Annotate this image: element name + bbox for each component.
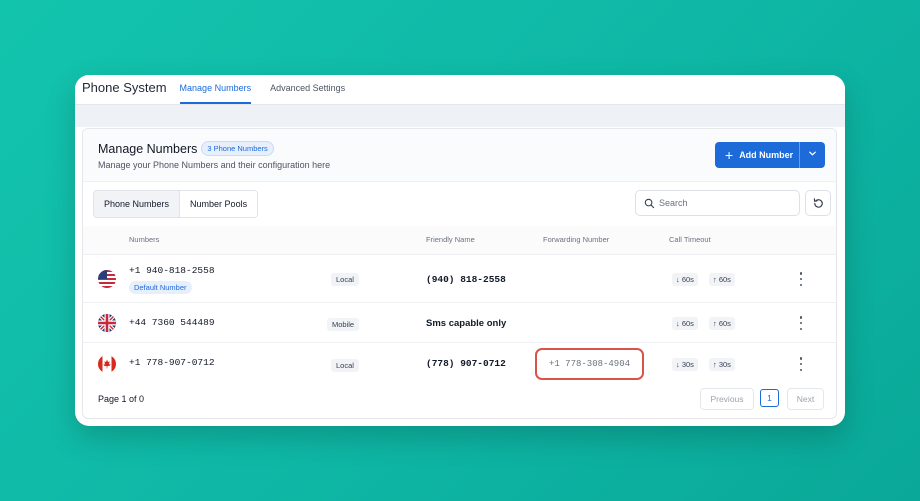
phone-count-badge: 3 Phone Numbers <box>201 141 274 156</box>
refresh-button[interactable] <box>805 190 831 216</box>
view-segmented-control: Phone Numbers Number Pools <box>93 190 259 218</box>
app-window: Phone System Manage Numbers Advanced Set… <box>75 75 845 426</box>
search-icon <box>644 198 655 208</box>
default-number-badge: Default Number <box>129 281 192 294</box>
uk-flag-icon <box>98 314 116 332</box>
timeout-outbound-value: 60s <box>718 319 731 328</box>
timeout-inbound-value: 30s <box>681 360 694 369</box>
segment-number-pools[interactable]: Number Pools <box>180 191 258 217</box>
panel-header: Manage Numbers 3 Phone Numbers Manage yo… <box>83 129 836 182</box>
phone-number: +44 7360 544489 <box>129 317 215 328</box>
table-row[interactable]: +44 7360 544489 Mobile Sms capable only … <box>83 302 836 342</box>
forwarding-number-highlight[interactable]: +1 778-308-4904 <box>535 348 644 380</box>
page-number-button[interactable]: 1 <box>760 389 779 407</box>
add-number-label: Add Number <box>739 150 794 160</box>
timeout-outbound: ↑ 30s <box>709 358 735 371</box>
more-options-icon[interactable] <box>798 316 804 330</box>
panel-subtitle: Manage your Phone Numbers and their conf… <box>98 160 331 170</box>
chevron-down-icon[interactable] <box>808 149 817 158</box>
add-number-button[interactable]: + Add Number <box>715 142 825 168</box>
header-friendly-name: Friendly Name <box>426 235 475 244</box>
forwarding-number: +1 778-308-4904 <box>548 359 630 369</box>
refresh-icon <box>813 197 823 208</box>
plus-icon: + <box>725 147 734 163</box>
pagination-bar: Page 1 of 0 Previous 1 Next <box>83 387 836 418</box>
tab-advanced-settings[interactable]: Advanced Settings <box>270 83 345 104</box>
sub-header-bar <box>75 105 845 127</box>
next-page-button[interactable]: Next <box>787 388 824 410</box>
timeout-outbound: ↑ 60s <box>709 273 735 286</box>
app-title: Phone System <box>82 80 167 95</box>
panel-title: Manage Numbers <box>98 141 198 156</box>
us-flag-icon <box>98 270 116 288</box>
friendly-name: (940) 818-2558 <box>426 274 506 285</box>
timeout-inbound: ↓ 60s <box>672 273 698 286</box>
table-toolbar: Phone Numbers Number Pools <box>83 182 836 226</box>
number-type-badge: Local <box>331 273 359 286</box>
previous-page-button[interactable]: Previous <box>700 388 754 410</box>
search-input[interactable] <box>659 198 789 208</box>
ca-flag-icon <box>98 355 116 373</box>
header-numbers: Numbers <box>129 235 160 244</box>
timeout-inbound: ↓ 60s <box>672 317 698 330</box>
tab-manage-numbers[interactable]: Manage Numbers <box>179 83 252 104</box>
more-options-icon[interactable] <box>798 272 804 286</box>
friendly-name: (778) 907-0712 <box>426 358 506 369</box>
number-type-badge: Local <box>331 359 359 372</box>
table-row[interactable]: +1 940-818-2558 Default Number Local (94… <box>83 254 836 302</box>
page-info: Page 1 of 0 <box>98 394 145 404</box>
segment-phone-numbers[interactable]: Phone Numbers <box>94 191 181 217</box>
table-header: Numbers Friendly Name Forwarding Number … <box>83 226 836 254</box>
timeout-outbound-value: 60s <box>718 275 731 284</box>
timeout-inbound: ↓ 30s <box>672 358 698 371</box>
table-row[interactable]: +1 778-907-0712 Local (778) 907-0712 +1 … <box>83 342 836 384</box>
header-forwarding-number: Forwarding Number <box>543 235 610 244</box>
phone-number: +1 778-907-0712 <box>129 357 215 368</box>
friendly-name: Sms capable only <box>426 318 507 329</box>
number-type-badge: Mobile <box>327 318 360 331</box>
timeout-outbound-value: 30s <box>718 360 731 369</box>
phone-number: +1 940-818-2558 <box>129 265 215 276</box>
timeout-outbound: ↑ 60s <box>709 317 735 330</box>
timeout-inbound-value: 60s <box>681 275 694 284</box>
header-call-timeout: Call Timeout <box>669 235 711 244</box>
timeout-inbound-value: 60s <box>681 319 694 328</box>
search-box <box>635 190 800 216</box>
top-nav: Phone System Manage Numbers Advanced Set… <box>75 75 845 105</box>
more-options-icon[interactable] <box>798 357 804 371</box>
manage-numbers-panel: Manage Numbers 3 Phone Numbers Manage yo… <box>82 128 837 419</box>
